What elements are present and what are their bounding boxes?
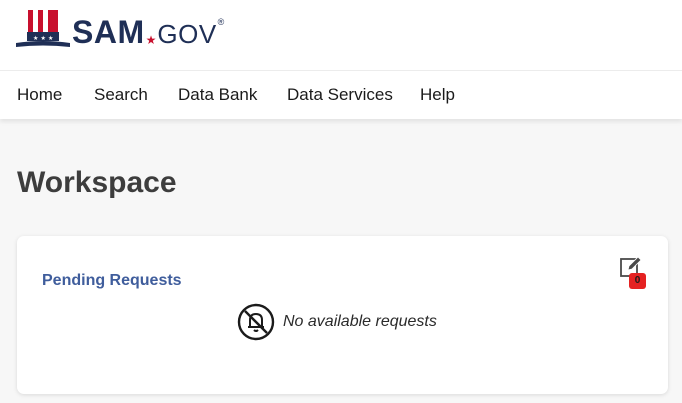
nav-item-search[interactable]: Search xyxy=(94,85,148,105)
edit-requests-button[interactable]: 0 xyxy=(617,255,651,293)
page-title: Workspace xyxy=(17,166,177,199)
sam-gov-logo[interactable]: ★ ★ ★ SAM ★ GOV ® xyxy=(16,8,224,50)
nav-item-data-services[interactable]: Data Services xyxy=(287,85,393,105)
main-nav: Home Search Data Bank Data Services Help xyxy=(0,71,682,119)
pending-requests-link[interactable]: Pending Requests xyxy=(42,272,182,290)
svg-text:★: ★ xyxy=(41,35,46,42)
bell-off-icon xyxy=(237,303,275,341)
empty-state-message: No available requests xyxy=(283,313,437,330)
pending-requests-card: Pending Requests 0 No available requests xyxy=(17,236,668,394)
logo-star-icon: ★ xyxy=(145,33,157,47)
nav-item-help[interactable]: Help xyxy=(420,85,455,105)
uncle-sam-hat-icon: ★ ★ ★ xyxy=(16,10,70,47)
svg-text:★: ★ xyxy=(33,35,38,42)
logo-wordmark: SAM ★ GOV ® xyxy=(72,16,224,48)
svg-text:★: ★ xyxy=(48,35,53,42)
registered-mark: ® xyxy=(217,17,225,27)
request-count-badge: 0 xyxy=(629,273,646,289)
nav-item-home[interactable]: Home xyxy=(17,85,62,105)
logo-sam-text: SAM xyxy=(72,14,145,50)
site-header: ★ ★ ★ SAM ★ GOV ® xyxy=(0,0,682,71)
empty-state: No available requests xyxy=(237,303,437,341)
logo-gov-text: GOV xyxy=(157,19,217,49)
nav-item-data-bank[interactable]: Data Bank xyxy=(178,85,257,105)
